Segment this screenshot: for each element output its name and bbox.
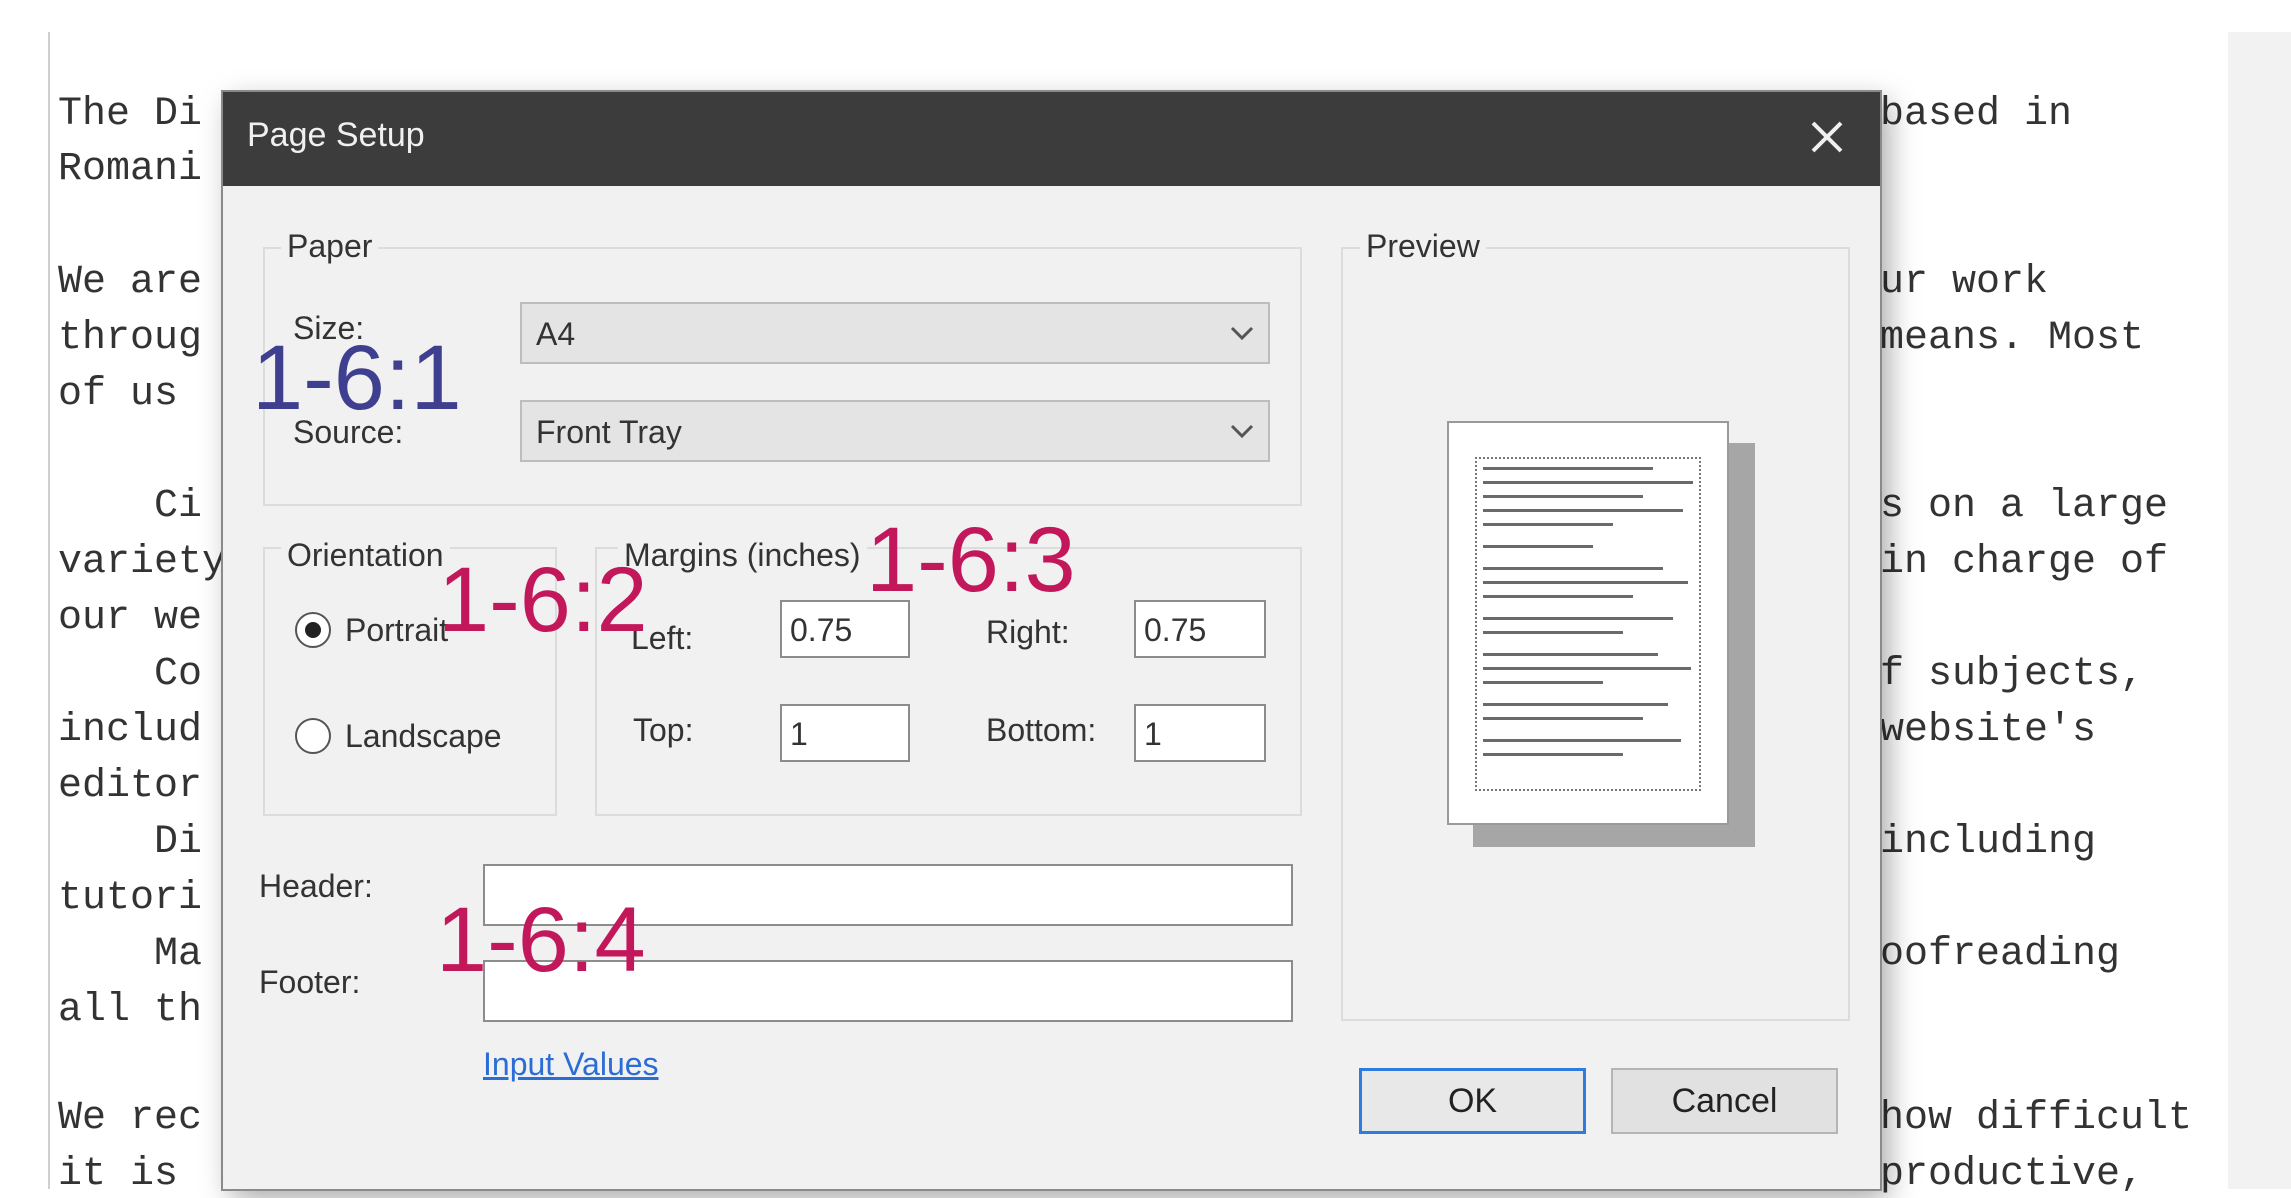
ok-button-label: OK <box>1447 1081 1498 1120</box>
page-preview-image <box>1447 421 1729 825</box>
right-margin-value: 0.75 <box>1144 612 1207 648</box>
orientation-group-label: Orientation <box>281 537 450 574</box>
preview-text-line <box>1483 581 1688 584</box>
preview-text-line <box>1483 617 1673 620</box>
bg-text-line: variety <box>58 540 227 585</box>
scrollbar-track[interactable] <box>2228 32 2291 1189</box>
annotation-1-6-1: 1-6:1 <box>252 327 462 429</box>
preview-text-line <box>1483 653 1658 656</box>
annotation-1-6-2: 1-6:2 <box>438 549 648 651</box>
close-icon <box>1809 119 1845 160</box>
bg-text-line: it is <box>58 1152 203 1197</box>
bg-text-line: Di <box>58 820 203 865</box>
landscape-label[interactable]: Landscape <box>345 718 502 755</box>
bg-text-line: Co <box>58 652 203 697</box>
dialog-title: Page Setup <box>247 116 425 154</box>
source-select-value: Front Tray <box>536 414 682 450</box>
bg-text-line: We are <box>58 260 203 305</box>
preview-text-line <box>1483 739 1681 742</box>
bg-text-line: based in <box>1880 92 2073 137</box>
annotation-1-6-3: 1-6:3 <box>866 509 1076 611</box>
bottom-margin-label: Bottom: <box>986 712 1097 748</box>
header-label: Header: <box>259 868 373 904</box>
bg-text-line: throug <box>58 316 203 361</box>
size-select[interactable]: A4 <box>520 302 1270 364</box>
bg-text-line: oofreading <box>1880 932 2121 977</box>
preview-text-line <box>1483 481 1693 484</box>
preview-text-line <box>1483 703 1668 706</box>
preview-text-line <box>1483 753 1623 756</box>
bg-text-line: in charge of <box>1880 540 2169 585</box>
dialog-titlebar[interactable]: Page Setup <box>223 92 1880 186</box>
cancel-button[interactable]: Cancel <box>1611 1068 1838 1134</box>
preview-text-line <box>1483 467 1653 470</box>
preview-text-line <box>1483 717 1643 720</box>
top-margin-label: Top: <box>633 712 694 748</box>
input-values-link[interactable]: Input Values <box>483 1046 659 1083</box>
preview-text-line <box>1483 545 1593 548</box>
bg-text-line: We rec <box>58 1096 203 1141</box>
bg-text-line: website's <box>1880 708 2097 753</box>
footer-label: Footer: <box>259 964 361 1000</box>
right-margin-label: Right: <box>986 614 1070 650</box>
bg-text-line: Ci <box>58 484 203 529</box>
bg-text-line: productive, <box>1880 1152 2145 1197</box>
annotation-1-6-4: 1-6:4 <box>436 889 646 991</box>
preview-text-line <box>1483 631 1623 634</box>
preview-text-line <box>1483 509 1683 512</box>
bg-text-line: means. Most <box>1880 316 2145 361</box>
landscape-radio[interactable] <box>295 718 331 754</box>
ok-button[interactable]: OK <box>1359 1068 1586 1134</box>
bottom-margin-input[interactable]: 1 <box>1134 704 1266 762</box>
preview-text-line <box>1483 667 1691 670</box>
bg-text-line: all th <box>58 988 203 1033</box>
bg-text-line: including <box>1880 820 2097 865</box>
bg-text-line: editor <box>58 764 203 809</box>
preview-text-line <box>1483 523 1613 526</box>
left-margin-value: 0.75 <box>790 612 853 648</box>
margins-group-label: Margins (inches) <box>618 537 867 574</box>
bg-text-line: how difficult <box>1880 1096 2193 1141</box>
close-button[interactable] <box>1794 106 1860 172</box>
preview-text-line <box>1483 567 1663 570</box>
bg-text-line: tutori <box>58 876 203 921</box>
portrait-label[interactable]: Portrait <box>345 612 448 649</box>
bg-text-line: of us <box>58 372 203 417</box>
preview-text-line <box>1483 595 1633 598</box>
bg-text-line: Ma <box>58 932 203 977</box>
paper-group-label: Paper <box>281 228 379 265</box>
preview-group-label: Preview <box>1360 228 1486 265</box>
bg-text-line: f subjects, <box>1880 652 2145 697</box>
preview-text-line <box>1483 495 1643 498</box>
bg-text-line: our we <box>58 596 203 641</box>
top-margin-value: 1 <box>790 716 808 752</box>
bg-text-line: ur work <box>1880 260 2049 305</box>
top-margin-input[interactable]: 1 <box>780 704 910 762</box>
size-select-value: A4 <box>536 316 576 352</box>
preview-text-line <box>1483 681 1603 684</box>
bg-text-line: includ <box>58 708 203 753</box>
right-margin-input[interactable]: 0.75 <box>1134 600 1266 658</box>
cancel-button-label: Cancel <box>1671 1081 1778 1120</box>
chevron-down-icon <box>1228 420 1256 442</box>
source-select[interactable]: Front Tray <box>520 400 1270 462</box>
radio-selected-dot <box>305 622 321 638</box>
bg-text-line: Romani <box>58 147 203 192</box>
bg-text-line: The Di <box>58 92 203 137</box>
chevron-down-icon <box>1228 322 1256 344</box>
bg-text-line: s on a large <box>1880 484 2169 529</box>
portrait-radio[interactable] <box>295 612 331 648</box>
bottom-margin-value: 1 <box>1144 716 1162 752</box>
